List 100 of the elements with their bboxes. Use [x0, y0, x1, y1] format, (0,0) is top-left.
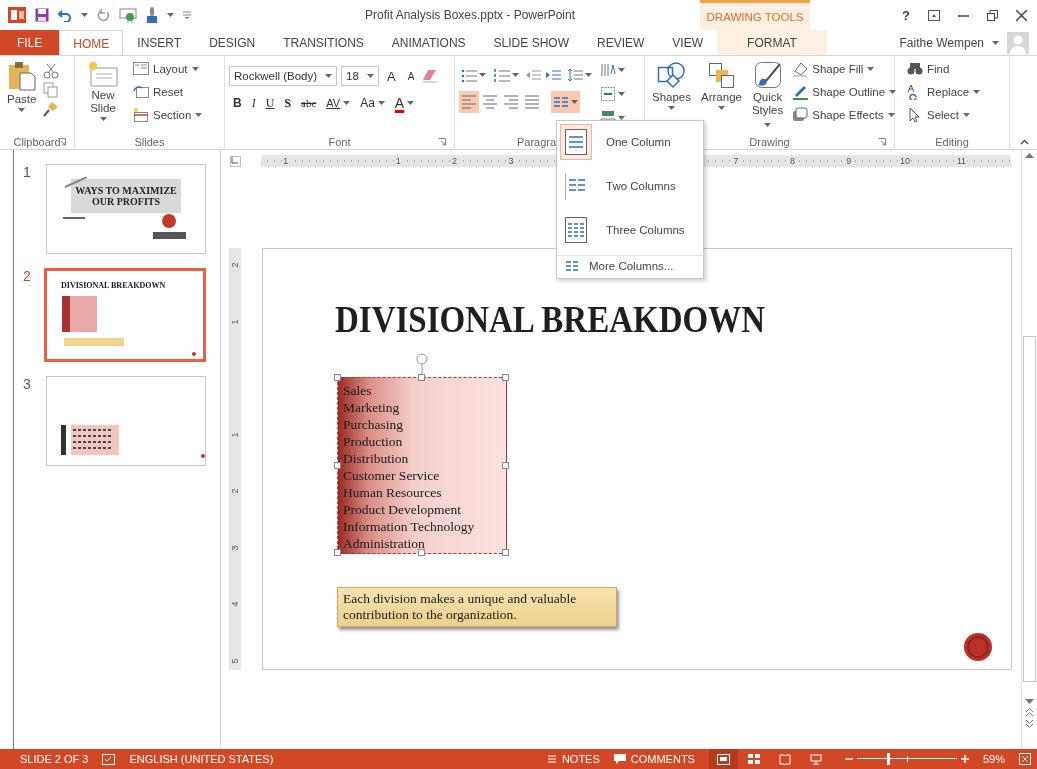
slide-thumbnail[interactable]: WAYS TO MAXIMIZE OUR PROFITS — [46, 164, 206, 254]
fit-slide-icon[interactable] — [1019, 753, 1031, 765]
find-button[interactable]: Find — [905, 59, 983, 79]
replace-button[interactable]: Replace — [905, 82, 983, 102]
increase-indent-icon[interactable] — [545, 68, 561, 82]
ribbon-tab[interactable]: ANIMATIONS — [377, 30, 480, 55]
zoom-out-icon[interactable] — [844, 755, 853, 763]
comments-button[interactable]: COMMENTS — [613, 753, 695, 765]
spelling-icon[interactable] — [102, 753, 116, 765]
scrollbar-thumb[interactable] — [1023, 336, 1036, 682]
scroll-down-icon[interactable] — [1025, 699, 1034, 705]
zoom-slider-thumb[interactable] — [886, 753, 890, 765]
select-button[interactable]: Select — [905, 105, 983, 125]
close-icon[interactable] — [1016, 9, 1027, 21]
shapes-icon — [656, 61, 687, 89]
ribbon-tab[interactable]: DESIGN — [195, 30, 270, 55]
language-indicator[interactable]: ENGLISH (UNITED STATES) — [129, 753, 274, 765]
resize-handle[interactable] — [334, 549, 341, 556]
scroll-up-icon[interactable] — [1025, 152, 1034, 158]
caret-icon — [367, 74, 374, 78]
group-label: Clipboard — [13, 135, 61, 148]
list-item: Distribution — [342, 450, 410, 467]
new-slide-button[interactable]: New Slide — [79, 59, 127, 134]
next-slide-icon[interactable] — [1025, 719, 1034, 729]
font-color-button[interactable]: A — [390, 93, 419, 113]
customize-icon[interactable] — [183, 11, 191, 19]
slideshow-icon[interactable] — [119, 7, 137, 23]
ribbon-tab[interactable]: REVIEW — [582, 30, 659, 55]
window-title: Profit Analysis Boxes.pptx - PowerPoint — [363, 8, 577, 22]
rotate-handle-icon[interactable] — [416, 353, 428, 375]
font-size-field[interactable]: 18 — [341, 66, 379, 86]
shrink-font-button[interactable]: A — [403, 66, 419, 86]
bold-button[interactable]: B — [229, 93, 246, 113]
character-spacing-button[interactable]: AV — [322, 93, 355, 113]
shape-outline-button[interactable]: Shape Outline — [790, 82, 899, 102]
caret-icon — [717, 106, 725, 110]
resize-handle[interactable] — [502, 374, 509, 381]
restore-icon[interactable] — [987, 9, 998, 21]
ribbon-tab[interactable]: VIEW — [658, 30, 717, 55]
zoom-level[interactable]: 59% — [982, 753, 1005, 765]
section-button[interactable]: Section — [131, 105, 205, 125]
menu-item[interactable]: Three Columns — [557, 211, 703, 249]
dialog-launcher-icon[interactable] — [878, 138, 886, 146]
ribbon-tab[interactable]: INSERT — [123, 30, 196, 55]
format-painter-icon[interactable] — [43, 101, 60, 117]
italic-button[interactable]: I — [247, 93, 260, 113]
clear-formatting-icon[interactable] — [422, 69, 439, 83]
zoom-in-icon[interactable] — [960, 755, 969, 763]
help-button[interactable]: ? — [902, 7, 910, 23]
change-case-button[interactable]: Aa — [356, 93, 389, 113]
user-name[interactable]: Faithe Wempen — [899, 35, 984, 50]
layout-button[interactable]: Layout — [131, 59, 205, 79]
redo-icon[interactable] — [97, 8, 110, 22]
resize-handle[interactable] — [334, 374, 341, 381]
grow-font-button[interactable]: A — [383, 66, 400, 86]
shape-effects-button[interactable]: Shape Effects — [790, 105, 899, 125]
group-label: Drawing — [749, 135, 790, 148]
slide-thumbnail[interactable]: DIVISIONAL BREAKDOWN — [44, 268, 206, 362]
menu-item[interactable]: More Columns... — [557, 256, 703, 276]
collapse-ribbon-icon[interactable] — [1020, 139, 1029, 145]
menu-item[interactable]: Two Columns — [557, 167, 703, 205]
quick-styles-button[interactable]: Quick Styles — [748, 59, 787, 134]
font-name-field[interactable]: Rockwell (Body) — [229, 66, 337, 86]
ribbon-display-icon[interactable] — [928, 9, 940, 21]
resize-handle[interactable] — [334, 461, 341, 469]
cut-icon[interactable] — [43, 63, 60, 79]
shadow-button[interactable]: S — [280, 93, 296, 113]
underline-button[interactable]: U — [261, 93, 279, 113]
dialog-launcher-icon[interactable] — [438, 138, 446, 146]
file-tab[interactable]: FILE — [0, 30, 60, 55]
columns-button[interactable] — [551, 91, 580, 113]
slide-title: DIVISIONAL BREAKDOWN — [335, 298, 765, 341]
reset-icon — [133, 85, 149, 99]
list-item: Purchasing — [342, 416, 404, 433]
paste-button[interactable]: Paste — [4, 59, 40, 134]
ribbon-tab[interactable]: FORMAT — [717, 30, 827, 55]
normal-view-button[interactable] — [708, 749, 738, 769]
resize-handle[interactable] — [502, 461, 509, 469]
binoculars-icon — [907, 61, 923, 77]
ribbon-tab[interactable]: TRANSITIONS — [269, 30, 378, 55]
strikethrough-button[interactable]: abc — [297, 93, 321, 113]
tab-selector[interactable] — [230, 155, 241, 167]
decrease-indent-icon[interactable] — [525, 68, 541, 82]
save-icon[interactable] — [35, 8, 49, 22]
line-spacing-icon — [567, 68, 583, 82]
dialog-launcher-icon[interactable] — [58, 138, 66, 146]
touch-icon[interactable] — [146, 7, 158, 23]
notes-button[interactable]: NOTES — [546, 753, 600, 765]
caret-icon — [479, 73, 486, 77]
undo-icon[interactable] — [58, 8, 72, 22]
resize-handle[interactable] — [418, 374, 425, 381]
resize-handle[interactable] — [418, 549, 425, 556]
slide-thumbnail[interactable] — [46, 376, 206, 466]
resize-handle[interactable] — [502, 549, 509, 556]
reset-button[interactable]: Reset — [131, 82, 205, 102]
ribbon-tab[interactable]: HOME — [59, 30, 124, 56]
caret-icon — [18, 108, 26, 112]
shape-fill-button[interactable]: Shape Fill — [790, 59, 899, 79]
ribbon-tab[interactable]: SLIDE SHOW — [479, 30, 583, 55]
previous-slide-icon[interactable] — [1025, 707, 1034, 717]
